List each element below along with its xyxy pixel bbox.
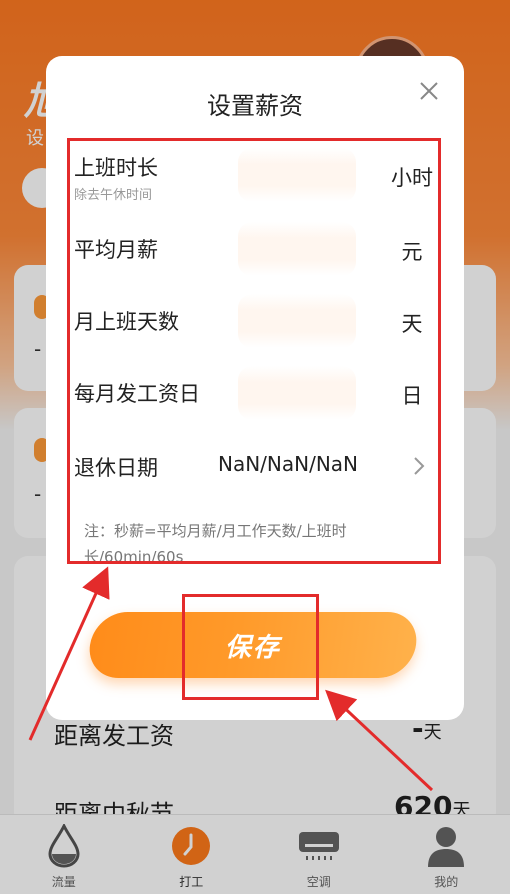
annotation-box-form bbox=[67, 138, 441, 564]
annotation-box-save bbox=[182, 594, 319, 700]
